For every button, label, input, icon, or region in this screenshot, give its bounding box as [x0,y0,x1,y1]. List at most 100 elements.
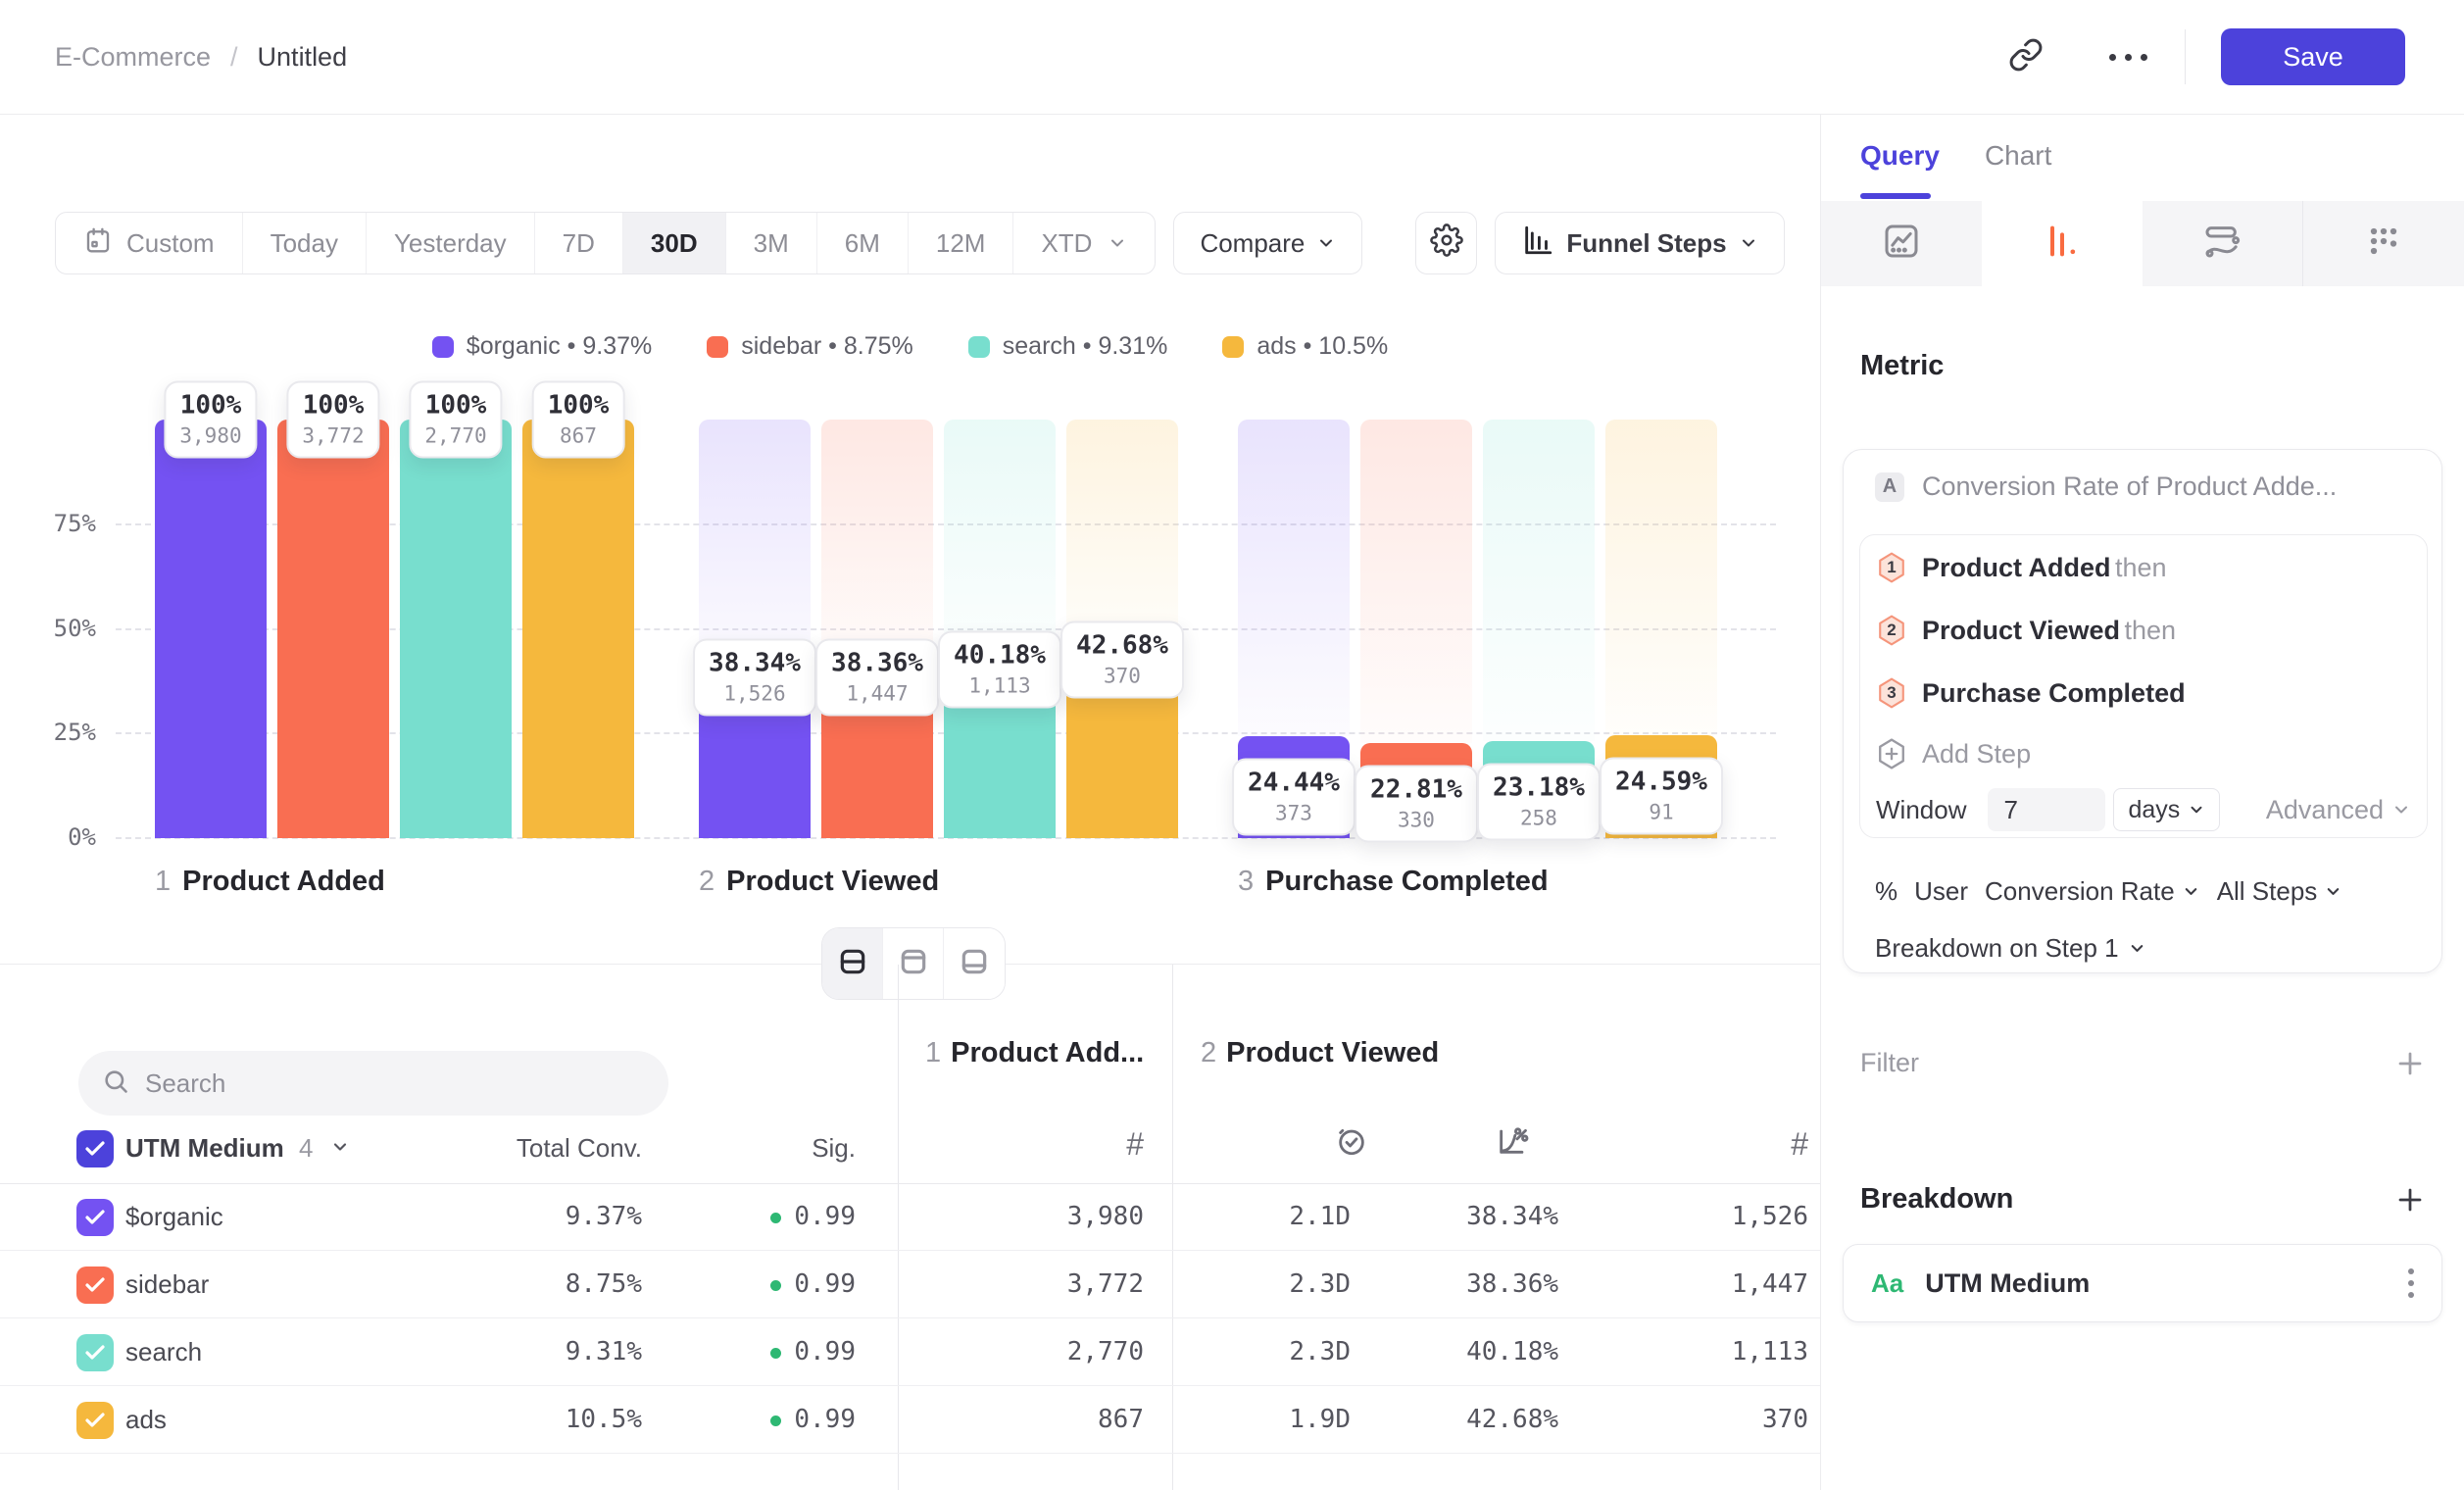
add-breakdown-button[interactable] [2395,1185,2425,1215]
bar-organic-step1[interactable] [155,420,267,838]
sig-column-header[interactable]: Sig. [812,1133,856,1164]
metric-title-row[interactable]: A Conversion Rate of Product Adde... [1875,472,2337,502]
steps-scope-selector[interactable]: All Steps [2217,876,2343,907]
layout-table-only-button[interactable] [944,928,1005,999]
bar-value-label: 24.59%91 [1600,757,1723,834]
legend-item-search[interactable]: search • 9.31% [968,332,1168,361]
query-step-1[interactable]: 1Product Added then [1876,541,2411,594]
breakdown-value-count: 4 [299,1133,313,1163]
layout-split-button[interactable] [822,928,883,999]
share-link-button[interactable] [1998,29,2053,84]
legend-item-sidebar[interactable]: sidebar • 8.75% [707,332,913,361]
legend-swatch [707,336,728,358]
step2-count: 1,447 [1732,1251,1808,1318]
significance-value: 0.99 [794,1251,856,1318]
date-range-3m[interactable]: 3M [726,213,817,273]
compare-button[interactable]: Compare [1173,212,1362,274]
entity-selector[interactable]: User [1914,876,1968,907]
add-step-button[interactable]: Add Step [1876,727,2411,780]
legend-item-ads[interactable]: ads • 10.5% [1222,332,1388,361]
window-value-input[interactable] [1988,788,2105,831]
metric-title: Conversion Rate of Product Adde... [1922,472,2337,502]
breakdown-on-step-selector[interactable]: Breakdown on Step 1 [1875,930,2146,966]
funnel-chart-tab[interactable] [1982,201,2143,286]
significance-dot [770,1213,781,1223]
step2-conv-rate: 40.18% [1466,1318,1558,1386]
bar-value-label: 22.81%330 [1355,765,1478,842]
table-search [78,1051,668,1116]
save-button[interactable]: Save [2221,28,2405,85]
bar-value-label: 38.36%1,447 [815,638,939,716]
row-checkbox[interactable] [76,1266,114,1304]
breadcrumb-report-title[interactable]: Untitled [258,42,348,73]
chevron-down-icon [1108,233,1127,253]
bar-search-step1[interactable] [400,420,512,838]
count-column-icon[interactable]: # [1791,1126,1808,1163]
filter-section: Filter [1860,1048,2425,1078]
select-all-checkbox[interactable] [76,1130,114,1167]
breadcrumb-separator: / [230,42,238,73]
tab-chart[interactable]: Chart [1985,140,2051,172]
bar-sidebar-step1[interactable] [277,420,389,838]
metric-section-heading: Metric [1860,350,1944,382]
breakdown-property-card[interactable]: Aa UTM Medium [1843,1244,2442,1322]
date-range-custom[interactable]: Custom [56,213,243,273]
breakdown-options-button[interactable] [2408,1268,2414,1298]
measurement-selector[interactable]: Conversion Rate [1985,876,2200,907]
total-conv-column-header[interactable]: Total Conv. [517,1133,642,1164]
significance-dot [770,1348,781,1359]
date-range-yesterday[interactable]: Yesterday [367,213,535,273]
bottom-pane-icon [959,946,990,982]
count-column-icon[interactable]: # [1126,1126,1144,1163]
step1-count: 3,772 [1067,1251,1144,1318]
filter-heading: Filter [1860,1048,1919,1078]
y-axis-tick: 0% [25,823,96,851]
avg-time-column-icon[interactable] [1335,1124,1368,1163]
add-filter-button[interactable] [2395,1049,2425,1078]
bar-ads-step1[interactable] [522,420,634,838]
flows-chart-tab[interactable] [2143,201,2304,286]
breakdown-column-selector[interactable]: UTM Medium 4 [125,1133,350,1164]
search-icon [102,1068,129,1100]
date-range-6m[interactable]: 6M [817,213,909,273]
chart-settings-button[interactable] [1415,212,1477,274]
significance-dot [770,1280,781,1291]
y-axis-tick: 50% [25,615,96,642]
date-range-30d[interactable]: 30D [623,213,726,273]
top-bar: E-Commerce / Untitled Save [0,0,2464,115]
ellipsis-icon [2109,54,2147,61]
row-checkbox[interactable] [76,1402,114,1439]
tab-query[interactable]: Query [1860,140,1940,172]
date-range-xtd[interactable]: XTD [1013,213,1155,273]
query-step-3[interactable]: 3Purchase Completed [1876,667,2411,720]
step1-count: 2,770 [1067,1318,1144,1386]
chart-type-button[interactable]: Funnel Steps [1495,212,1784,274]
date-range-12m[interactable]: 12M [909,213,1014,273]
query-step-2[interactable]: 2Product Viewed then [1876,604,2411,657]
window-unit-select[interactable]: days [2113,788,2220,831]
layout-chart-only-button[interactable] [883,928,944,999]
chart-controls: CustomTodayYesterday7D30D3M6M12MXTD Comp… [55,212,1785,274]
query-panel: Query Chart [1820,115,2464,1490]
table-subheader: UTM Medium 4 Total Conv. Sig. # # [0,1115,1820,1183]
row-checkbox[interactable] [76,1199,114,1236]
chart-step-label-2: 2Product Viewed [699,866,939,898]
advanced-toggle[interactable]: Advanced [2266,795,2411,825]
top-pane-icon [898,946,929,982]
row-checkbox[interactable] [76,1334,114,1371]
date-range-today[interactable]: Today [243,213,367,273]
legend-item-organic[interactable]: $organic • 9.37% [432,332,652,361]
search-input[interactable] [145,1068,645,1099]
chart-legend: $organic • 9.37% sidebar • 8.75% search • … [0,332,1820,361]
more-menu-button[interactable] [2100,29,2155,84]
retention-chart-tab[interactable] [2303,201,2464,286]
conversion-rate-column-icon[interactable] [1496,1124,1529,1163]
legend-swatch [432,336,454,358]
chart-type-strip [1821,201,2464,286]
insights-chart-tab[interactable] [1821,201,1982,286]
panel-tabs: Query Chart [1860,140,2051,172]
date-range-7d[interactable]: 7D [535,213,623,273]
header-actions: Save [1998,28,2405,85]
breadcrumb-project[interactable]: E-Commerce [55,42,211,73]
link-icon [2008,37,2044,77]
